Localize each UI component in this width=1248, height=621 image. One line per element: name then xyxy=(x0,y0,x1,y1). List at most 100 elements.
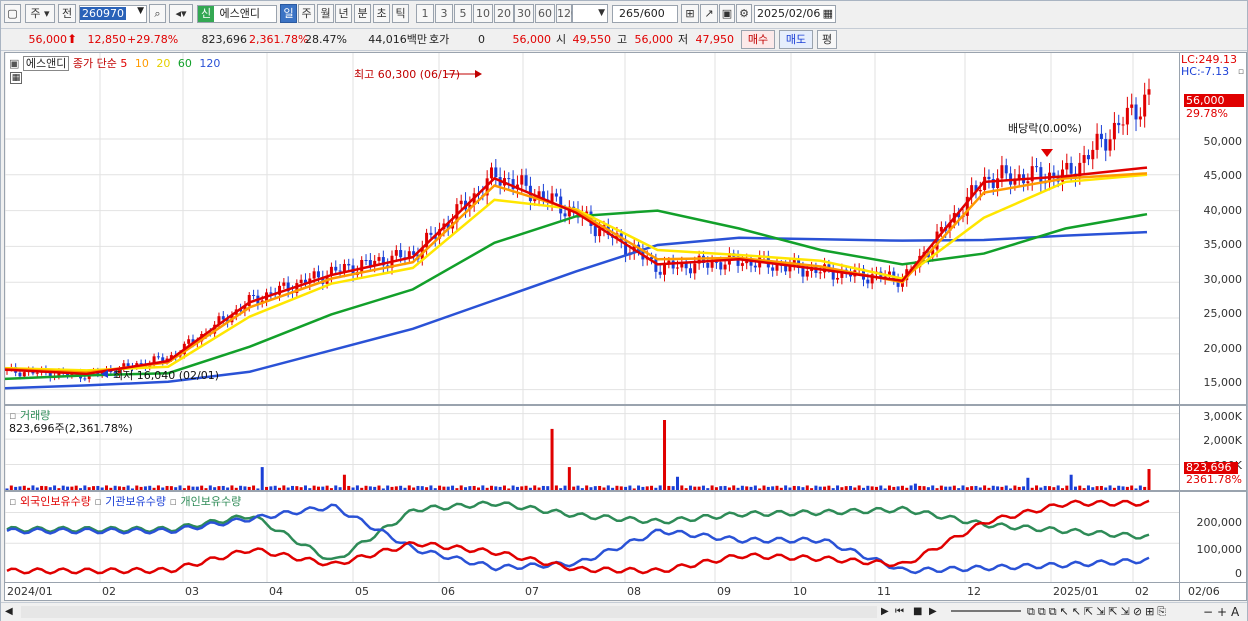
price-panel[interactable]: ▣ 에스앤디 종가 단순 5 10 20 60 120 ▦ 최고 60,300 … xyxy=(4,52,1180,405)
volume-bar xyxy=(939,485,943,490)
zoom-in-icon[interactable]: + xyxy=(1217,605,1227,619)
volume-bar xyxy=(5,488,9,490)
scroll-left-icon[interactable]: ◀ xyxy=(5,606,13,617)
hoga-value: 0 xyxy=(478,33,485,46)
legend-institution[interactable]: 기관보유수량 xyxy=(105,495,166,508)
interval-button[interactable]: 3 xyxy=(435,4,453,23)
unit-select[interactable]: ▼ xyxy=(572,4,608,23)
volume-bar xyxy=(368,486,372,490)
trade-amount: 44,016백만 xyxy=(368,33,427,46)
legend-ma20[interactable]: 20 xyxy=(156,57,170,70)
market-select[interactable]: 주 ▾ xyxy=(25,4,55,23)
search-icon[interactable]: ⌕ xyxy=(149,4,166,23)
candle-body xyxy=(342,263,346,272)
volume-bar xyxy=(502,485,506,490)
candle-body xyxy=(818,272,822,274)
volume-ratio: 2,361.78% xyxy=(249,33,309,46)
holding-panel[interactable]: ▫ 외국인보유수량 ▫ 기관보유수량 ▫ 개인보유수량 xyxy=(4,491,1180,583)
eval-button[interactable]: 평 xyxy=(817,30,837,49)
window-icon[interactable]: ▢ xyxy=(4,4,21,23)
horizontal-scrollbar[interactable] xyxy=(21,606,877,618)
interval-button[interactable]: 1 xyxy=(416,4,434,23)
stock-code-value: 260970 xyxy=(80,7,126,20)
interval-button[interactable]: 60 xyxy=(535,4,555,23)
volume-bar xyxy=(1095,486,1099,490)
candle-body xyxy=(740,263,744,266)
stock-code-input[interactable]: 260970 ▼ xyxy=(79,5,147,23)
legend-ma120[interactable]: 120 xyxy=(199,57,220,70)
volume-bar xyxy=(139,486,143,490)
interval-button[interactable]: 5 xyxy=(454,4,472,23)
volume-chart-canvas[interactable] xyxy=(5,406,1179,490)
volume-bar xyxy=(1147,469,1151,490)
chart-settings-icon[interactable]: ⊞ xyxy=(681,4,699,23)
interval-button[interactable]: 20 xyxy=(494,4,514,23)
volume-bar xyxy=(1112,487,1116,490)
legend-individual[interactable]: 개인보유수량 xyxy=(180,495,241,508)
stock-name-field[interactable]: 신 에스앤디 xyxy=(197,5,277,23)
candle-body xyxy=(1095,133,1099,150)
volume-panel[interactable]: ▫ 거래량 823,696주(2,361.78%) xyxy=(4,405,1180,491)
period-button[interactable]: 주 xyxy=(298,4,315,23)
interval-button[interactable]: 10 xyxy=(473,4,493,23)
candle-body xyxy=(978,190,982,192)
table-icon[interactable]: ▦ xyxy=(10,72,22,84)
volume-bar xyxy=(1030,487,1034,490)
period-button[interactable]: 일 xyxy=(280,4,297,23)
volume-bar xyxy=(823,486,827,490)
play-icon[interactable]: ▶ xyxy=(929,606,937,617)
scroll-right-icon[interactable]: ▶ xyxy=(881,606,889,617)
period-button[interactable]: 월 xyxy=(317,4,334,23)
legend-ma60[interactable]: 60 xyxy=(178,57,192,70)
period-select[interactable]: 전 xyxy=(58,4,76,23)
volume-bar xyxy=(104,485,108,490)
y-label: 40,000 xyxy=(1203,204,1243,217)
candle-body xyxy=(338,270,342,272)
volume-bar xyxy=(654,487,658,490)
volume-bar xyxy=(892,486,896,490)
bar-count-field[interactable]: 265/600 xyxy=(612,5,678,23)
volume-bar xyxy=(996,486,1000,490)
calendar-icon[interactable]: ▦ xyxy=(823,6,833,22)
current-price: 56,000 xyxy=(28,33,68,46)
rewind-icon[interactable]: ⏮ xyxy=(895,606,904,617)
gear-icon[interactable]: ⚙ xyxy=(736,4,752,23)
candle-body xyxy=(688,268,692,274)
period-button[interactable]: 틱 xyxy=(392,4,409,23)
legend-ma10[interactable]: 10 xyxy=(135,57,149,70)
price-chart-canvas[interactable] xyxy=(5,53,1179,404)
speed-slider[interactable] xyxy=(951,610,1021,612)
volume-bar xyxy=(879,485,883,490)
x-right-label: 02/06 xyxy=(1188,585,1220,598)
volume-bar xyxy=(217,486,221,490)
volume-bar xyxy=(446,486,450,490)
legend-stock-name: 에스앤디 xyxy=(22,56,70,71)
period-button[interactable]: 초 xyxy=(373,4,390,23)
volume-bar xyxy=(1004,485,1008,490)
volume-bar xyxy=(866,485,870,490)
period-button[interactable]: 분 xyxy=(354,4,371,23)
candle-body xyxy=(706,262,710,268)
volume-pct: 2361.78% xyxy=(1186,473,1242,486)
stop-icon[interactable]: ■ xyxy=(913,606,922,617)
text-size-icon[interactable]: A xyxy=(1231,605,1239,619)
sell-button[interactable]: 매도 xyxy=(779,30,813,49)
interval-button[interactable]: 120 xyxy=(556,4,578,23)
buy-button[interactable]: 매수 xyxy=(741,30,775,49)
candle-body xyxy=(429,232,433,235)
legend-ma5[interactable]: 5 xyxy=(120,57,127,70)
volume-bar xyxy=(96,485,100,490)
volume-bar xyxy=(174,487,178,490)
chart-tool-icons[interactable]: ⧉⧉⧉↖↖⇱⇲⇱⇲⊘⊞⎘ xyxy=(1027,605,1169,619)
legend-foreign[interactable]: 외국인보유수량 xyxy=(20,495,91,508)
period-button[interactable]: 년 xyxy=(335,4,352,23)
volume-bar xyxy=(680,485,684,490)
interval-button[interactable]: 30 xyxy=(514,4,534,23)
drawing-tool-icon[interactable]: ↗ xyxy=(700,4,718,23)
zoom-out-icon[interactable]: − xyxy=(1203,605,1213,619)
volume-bar xyxy=(684,488,688,490)
date-field[interactable]: 2025/02/06 ▦ xyxy=(754,5,836,23)
speaker-icon[interactable]: ◂▾ xyxy=(169,4,193,23)
volume-bar xyxy=(853,487,857,490)
save-icon[interactable]: ▣ xyxy=(719,4,735,23)
